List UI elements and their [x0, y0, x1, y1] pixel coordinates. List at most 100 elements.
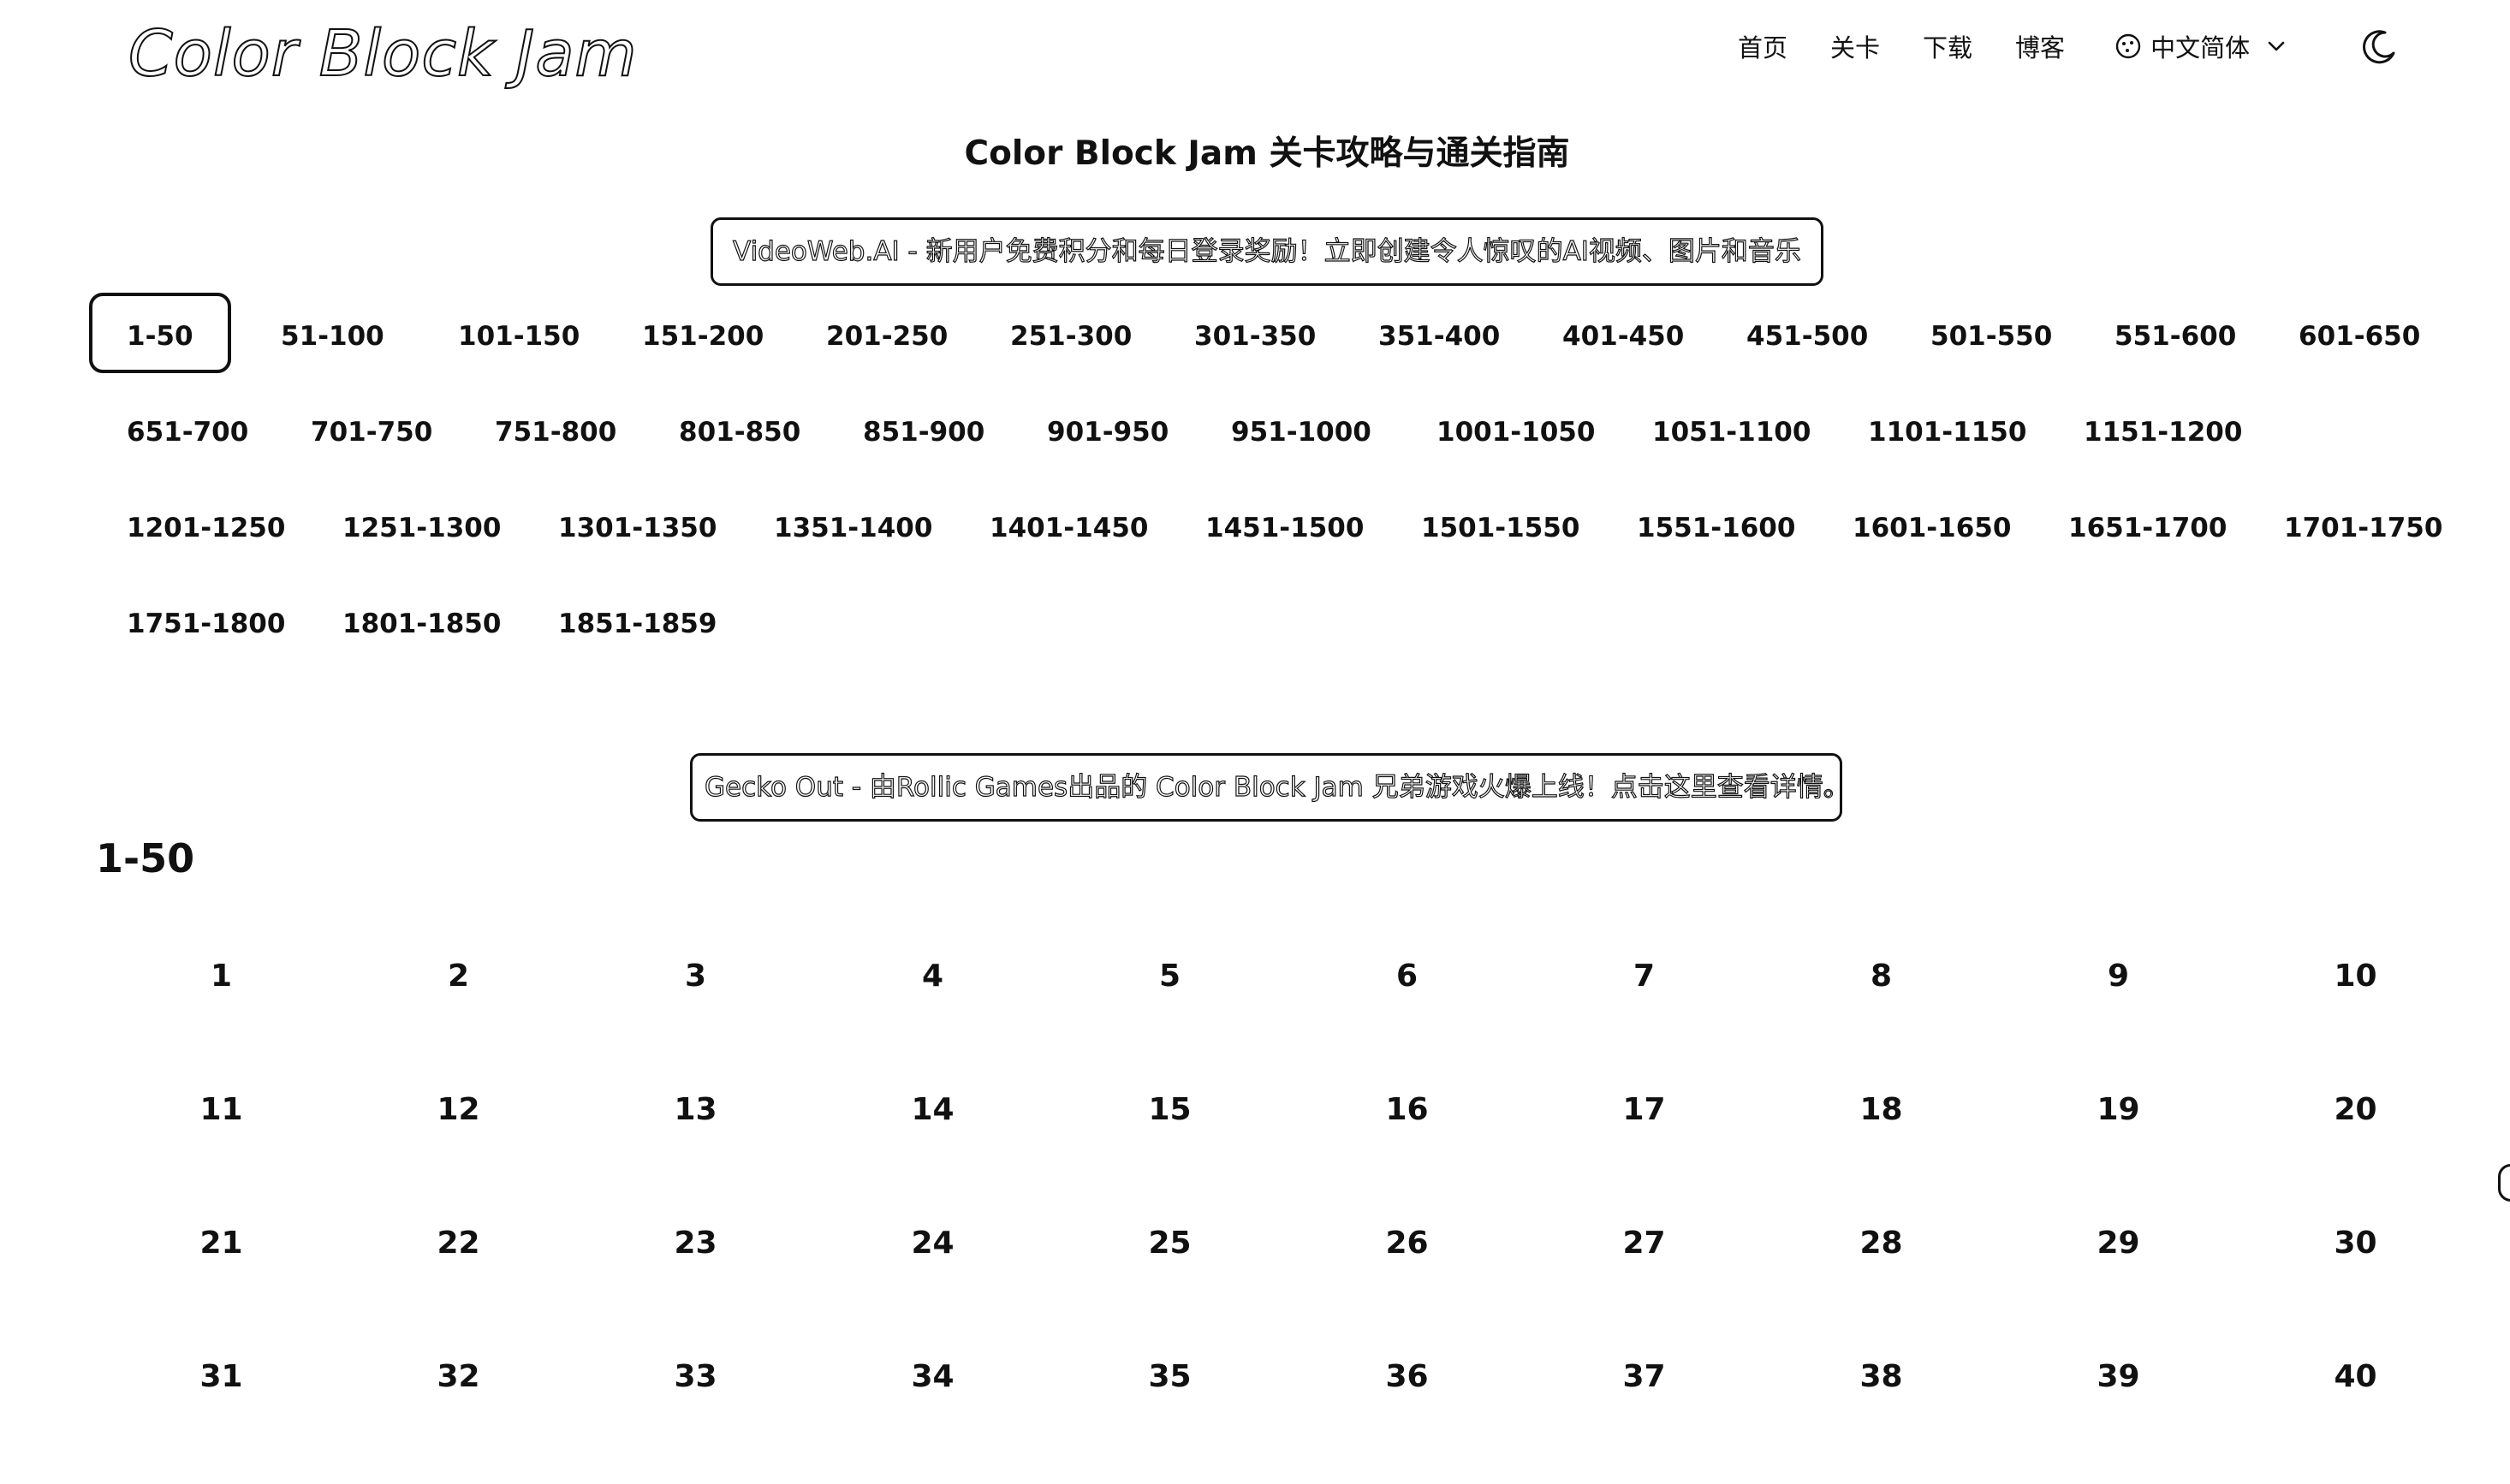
level-link[interactable]: 36 — [1288, 1350, 1526, 1484]
level-link[interactable]: 24 — [814, 1217, 1051, 1350]
level-link[interactable]: 20 — [2237, 1083, 2474, 1217]
range-tab[interactable]: 551-600 — [2077, 293, 2274, 373]
section-heading: 1-50 — [96, 835, 195, 881]
range-tab[interactable]: 851-900 — [825, 389, 1022, 469]
range-tab[interactable]: 301-350 — [1157, 293, 1353, 373]
level-link[interactable]: 3 — [577, 950, 814, 1083]
range-tab[interactable]: 1301-1350 — [520, 484, 754, 565]
level-link[interactable]: 15 — [1051, 1083, 1288, 1217]
range-tab[interactable]: 1101-1150 — [1830, 389, 2064, 469]
site-logo[interactable]: Color Block Jam — [128, 15, 638, 92]
range-tab[interactable]: 1551-1600 — [1599, 484, 1833, 565]
globe-icon — [2115, 33, 2141, 59]
level-link[interactable]: 21 — [103, 1217, 340, 1350]
range-tab[interactable]: 1601-1650 — [1815, 484, 2049, 565]
level-link[interactable]: 23 — [577, 1217, 814, 1350]
range-tab[interactable]: 951-1000 — [1193, 389, 1409, 469]
level-link[interactable]: 12 — [340, 1083, 577, 1217]
level-link[interactable]: 35 — [1051, 1350, 1288, 1484]
nav-link-blog[interactable]: 博客 — [2015, 28, 2065, 64]
language-label: 中文简体 — [2150, 33, 2251, 62]
chevron-down-icon — [2268, 41, 2285, 51]
range-tab[interactable]: 1401-1450 — [952, 484, 1186, 565]
level-link[interactable]: 6 — [1288, 950, 1526, 1083]
range-tab[interactable]: 1751-1800 — [89, 580, 323, 661]
main-nav: 首页 关卡 下载 博客 中文简体 — [1738, 24, 2287, 68]
range-tab[interactable]: 1651-1700 — [2031, 484, 2264, 565]
promo-banner-videoweb[interactable]: VideoWeb.AI - 新用户免费积分和每日登录奖励！立即创建令人惊叹的AI… — [711, 217, 1823, 286]
level-link[interactable]: 33 — [577, 1350, 814, 1484]
level-link[interactable]: 28 — [1763, 1217, 2000, 1350]
level-link[interactable]: 40 — [2237, 1350, 2474, 1484]
range-tab[interactable]: 1251-1300 — [305, 484, 538, 565]
level-link[interactable]: 30 — [2237, 1217, 2474, 1350]
tab-row-2: 651-700 701-750 751-800 801-850 851-900 … — [89, 389, 2418, 484]
nav-link-download[interactable]: 下载 — [1923, 28, 1972, 64]
level-link[interactable]: 8 — [1763, 950, 2000, 1083]
level-link[interactable]: 25 — [1051, 1217, 1288, 1350]
language-selector[interactable]: 中文简体 — [2114, 28, 2287, 64]
level-link[interactable]: 5 — [1051, 950, 1288, 1083]
range-tab[interactable]: 1451-1500 — [1168, 484, 1401, 565]
range-tab[interactable]: 501-550 — [1893, 293, 2090, 373]
range-tab[interactable]: 51-100 — [243, 293, 422, 373]
range-tab[interactable]: 801-850 — [641, 389, 838, 469]
level-link[interactable]: 2 — [340, 950, 577, 1083]
range-tab[interactable]: 151-200 — [604, 293, 801, 373]
range-tab[interactable]: 1151-1200 — [2046, 389, 2280, 469]
range-tab[interactable]: 401-450 — [1525, 293, 1722, 373]
level-link[interactable]: 26 — [1288, 1217, 1526, 1350]
range-tab[interactable]: 901-950 — [1009, 389, 1206, 469]
moon-icon[interactable] — [2359, 27, 2399, 67]
level-link[interactable]: 7 — [1526, 950, 1763, 1083]
level-link[interactable]: 31 — [103, 1350, 340, 1484]
range-tab[interactable]: 601-650 — [2261, 293, 2458, 373]
range-tab[interactable]: 1351-1400 — [736, 484, 970, 565]
range-tab[interactable]: 701-750 — [273, 389, 470, 469]
level-link[interactable]: 19 — [2000, 1083, 2237, 1217]
level-grid: 1 2 3 4 5 6 7 8 9 10 11 12 13 14 15 16 17 18 19 20 21 22 23 24 2… — [103, 950, 2476, 1484]
level-link[interactable]: 14 — [814, 1083, 1051, 1217]
level-link[interactable]: 18 — [1763, 1083, 2000, 1217]
level-link[interactable]: 22 — [340, 1217, 577, 1350]
level-link[interactable]: 1 — [103, 950, 340, 1083]
level-link[interactable]: 17 — [1526, 1083, 1763, 1217]
nav-link-home[interactable]: 首页 — [1738, 28, 1787, 64]
level-link[interactable]: 13 — [577, 1083, 814, 1217]
range-tab[interactable]: 201-250 — [788, 293, 985, 373]
range-tab[interactable]: 451-500 — [1709, 293, 1906, 373]
range-tab[interactable]: 1201-1250 — [89, 484, 323, 565]
range-tab[interactable]: 1051-1100 — [1615, 389, 1848, 469]
tab-row-3: 1201-1250 1251-1300 1301-1350 1351-1400 … — [89, 484, 2442, 580]
level-link[interactable]: 34 — [814, 1350, 1051, 1484]
level-link[interactable]: 16 — [1288, 1083, 1526, 1217]
range-tab[interactable]: 1001-1050 — [1399, 389, 1633, 469]
promo-banner-gecko-out[interactable]: Gecko Out - 由Rollic Games出品的 Color Block… — [690, 753, 1842, 822]
range-tab[interactable]: 651-700 — [89, 389, 286, 469]
range-tab-1-50[interactable]: 1-50 — [89, 293, 231, 373]
level-link[interactable]: 10 — [2237, 950, 2474, 1083]
range-tab[interactable]: 751-800 — [457, 389, 654, 469]
level-link[interactable]: 9 — [2000, 950, 2237, 1083]
page-title: Color Block Jam 关卡攻略与通关指南 — [964, 134, 1570, 173]
level-link[interactable]: 38 — [1763, 1350, 2000, 1484]
level-link[interactable]: 27 — [1526, 1217, 1763, 1350]
range-tab[interactable]: 1501-1550 — [1383, 484, 1617, 565]
range-tab[interactable]: 1801-1850 — [305, 580, 538, 661]
tab-row-4: 1751-1800 1801-1850 1851-1859 — [89, 580, 2418, 676]
range-tab[interactable]: 1851-1859 — [520, 580, 754, 661]
range-tab[interactable]: 251-300 — [972, 293, 1169, 373]
level-link[interactable]: 37 — [1526, 1350, 1763, 1484]
level-link[interactable]: 29 — [2000, 1217, 2237, 1350]
level-link[interactable]: 39 — [2000, 1350, 2237, 1484]
range-tab[interactable]: 351-400 — [1341, 293, 1538, 373]
nav-link-levels[interactable]: 关卡 — [1830, 28, 1880, 64]
range-tab[interactable]: 101-150 — [420, 293, 617, 373]
scroll-edge-handle[interactable] — [2498, 1164, 2510, 1202]
level-link[interactable]: 4 — [814, 950, 1051, 1083]
level-range-tabs: 1-50 51-100 101-150 151-200 201-250 251-… — [89, 293, 2442, 676]
tab-row-1: 1-50 51-100 101-150 151-200 201-250 251-… — [89, 293, 2420, 389]
range-tab[interactable]: 1701-1750 — [2246, 484, 2480, 565]
level-link[interactable]: 32 — [340, 1350, 577, 1484]
level-link[interactable]: 11 — [103, 1083, 340, 1217]
